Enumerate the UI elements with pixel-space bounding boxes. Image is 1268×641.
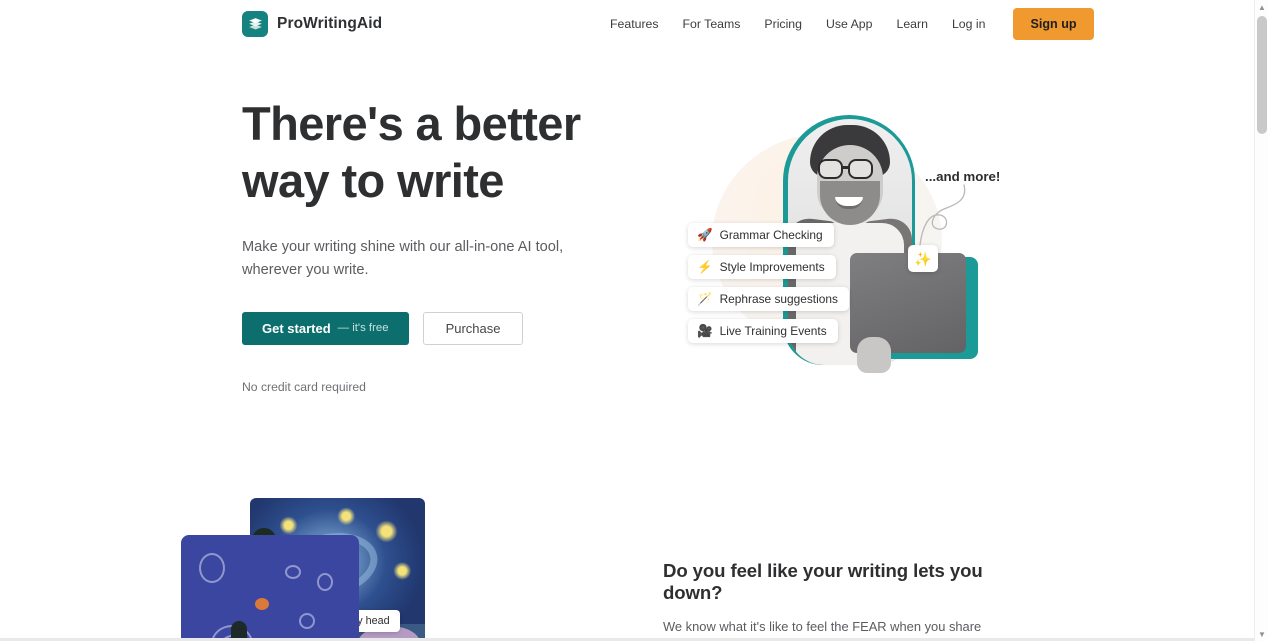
page-root: ProWritingAid Features For Teams Pricing… [0, 0, 1268, 641]
scrollbar-thumb[interactable] [1257, 16, 1267, 134]
feature-label: Live Training Events [719, 324, 827, 338]
feature-label: Rephrase suggestions [719, 292, 838, 306]
glasses-right-lens [848, 159, 873, 179]
childlike-drawing-image [181, 535, 359, 641]
purchase-button[interactable]: Purchase [422, 311, 524, 345]
nav-item-use-app[interactable]: Use App [814, 11, 885, 37]
scroll-down-arrow-icon[interactable]: ▼ [1255, 627, 1268, 641]
magic-wand-icon: 🪄 [697, 291, 713, 306]
rocket-icon: 🚀 [697, 227, 713, 242]
nav-item-log-in[interactable]: Log in [940, 11, 998, 37]
glasses-bridge [843, 166, 850, 169]
curly-pointer-line [919, 184, 966, 246]
get-started-button[interactable]: Get started — it's free [242, 311, 409, 345]
nav-item-features[interactable]: Features [598, 11, 671, 37]
doodle-circle-1 [199, 553, 225, 583]
section2-heading: Do you feel like your writing lets you d… [663, 560, 983, 603]
hero-cta-row: Get started — it's free Purchase [242, 311, 642, 345]
feature-pill-style-improvements[interactable]: ⚡ Style Improvements [688, 255, 836, 279]
nav-item-learn[interactable]: Learn [884, 11, 939, 37]
site-header: ProWritingAid Features For Teams Pricing… [0, 0, 1254, 48]
hero-illustration: ✨ ...and more! 🚀 Grammar Checking ⚡ Styl… [660, 105, 1020, 390]
hero-heading-line1: There's a better [242, 97, 581, 150]
feature-pill-live-training-events[interactable]: 🎥 Live Training Events [688, 319, 838, 343]
person-hand [857, 337, 891, 373]
movie-camera-icon: 🎥 [697, 323, 713, 338]
hero-heading: There's a better way to write [242, 96, 642, 210]
hero-heading-line2: way to write [242, 153, 504, 207]
get-started-label: Get started [262, 320, 331, 336]
brand-logo-link[interactable]: ProWritingAid [242, 11, 382, 37]
writing-lets-you-down-section: Do you feel like your writing lets you d… [663, 560, 1023, 641]
and-more-label: ...and more! [925, 169, 1001, 184]
doodle-sun [255, 598, 269, 610]
brand-name: ProWritingAid [277, 15, 383, 32]
nav-item-pricing[interactable]: Pricing [752, 11, 814, 37]
feature-label: Style Improvements [719, 260, 825, 274]
feature-pill-rephrase-suggestions[interactable]: 🪄 Rephrase suggestions [688, 287, 849, 311]
get-started-free-note: — it's free [337, 322, 389, 335]
feature-pill-list: 🚀 Grammar Checking ⚡ Style Improvements … [688, 223, 849, 351]
sign-up-button[interactable]: Sign up [1013, 8, 1094, 40]
feature-pill-grammar-checking[interactable]: 🚀 Grammar Checking [688, 223, 834, 247]
hero-section: There's a better way to write Make your … [242, 96, 642, 394]
doodle-circle-3 [317, 573, 333, 591]
glasses-left-lens [818, 159, 843, 179]
doodle-circle-2 [285, 565, 301, 579]
doodle-circle-4 [299, 613, 315, 629]
primary-nav: Features For Teams Pricing Use App Learn… [598, 0, 1094, 48]
hero-subheading: Make your writing shine with our all-in-… [242, 238, 564, 278]
no-credit-card-note: No credit card required [242, 379, 366, 394]
feature-label: Grammar Checking [719, 228, 823, 242]
lightning-icon: ⚡ [697, 259, 713, 274]
book-pages-icon [242, 11, 268, 37]
page-scrollbar[interactable]: ▲ ▼ [1254, 0, 1268, 641]
nav-item-for-teams[interactable]: For Teams [671, 11, 753, 37]
scroll-up-arrow-icon[interactable]: ▲ [1255, 0, 1268, 14]
